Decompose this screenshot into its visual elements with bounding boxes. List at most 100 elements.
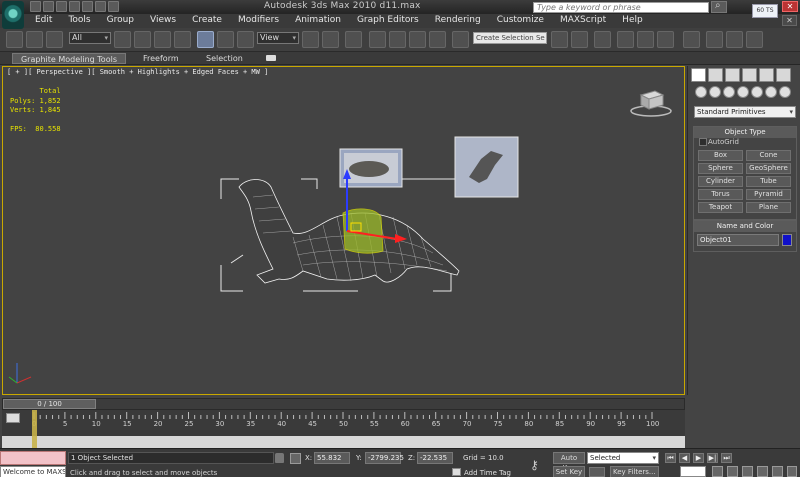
cylinder-button[interactable]: Cylinder — [698, 176, 743, 187]
menu-help[interactable]: Help — [622, 15, 643, 25]
tab-freeform[interactable]: Freeform — [143, 53, 179, 64]
hold-icon[interactable] — [95, 1, 106, 12]
menu-rendering[interactable]: Rendering — [435, 15, 481, 25]
previous-frame-button[interactable]: ◀ — [679, 453, 690, 463]
maxscript-listener-input[interactable] — [0, 451, 66, 465]
keyboard-shortcut-override-icon[interactable] — [345, 31, 362, 48]
spinner-snap-icon[interactable] — [429, 31, 446, 48]
tab-selection[interactable]: Selection — [206, 53, 243, 64]
systems-icon[interactable] — [779, 86, 791, 98]
hierarchy-panel-icon[interactable] — [725, 68, 740, 82]
plane-button[interactable]: Plane — [746, 202, 791, 213]
unlink-icon[interactable] — [26, 31, 43, 48]
qat-dropdown-icon[interactable] — [108, 1, 119, 12]
create-panel-icon[interactable] — [691, 68, 706, 82]
menu-tools[interactable]: Tools — [68, 15, 90, 25]
select-and-rotate-icon[interactable] — [217, 31, 234, 48]
new-file-icon[interactable] — [30, 1, 41, 12]
y-coordinate-field[interactable]: -2799.235 — [365, 452, 404, 464]
orbit-icon[interactable] — [772, 466, 783, 477]
teapot-button[interactable]: Teapot — [698, 202, 743, 213]
set-key-button[interactable]: Set Key — [553, 466, 585, 477]
align-icon[interactable] — [571, 31, 588, 48]
render-production-icon[interactable] — [746, 31, 763, 48]
image-plane-right[interactable] — [454, 136, 519, 198]
viewport-label[interactable]: [ + ][ Perspective ][ Smooth + Highlight… — [7, 68, 268, 76]
scene-canvas[interactable] — [3, 67, 686, 396]
save-file-icon[interactable] — [56, 1, 67, 12]
motion-panel-icon[interactable] — [742, 68, 757, 82]
auto-key-button[interactable]: Auto Key — [553, 452, 585, 472]
select-by-name-icon[interactable] — [134, 31, 151, 48]
tube-button[interactable]: Tube — [746, 176, 791, 187]
key-mode-icon[interactable]: ⚷ — [530, 458, 539, 472]
lights-icon[interactable] — [723, 86, 735, 98]
shapes-icon[interactable] — [709, 86, 721, 98]
geosphere-button[interactable]: GeoSphere — [746, 163, 791, 174]
torus-button[interactable]: Torus — [698, 189, 743, 200]
key-filters-button[interactable]: Key Filters... — [610, 466, 659, 477]
sphere-button[interactable]: Sphere — [698, 163, 743, 174]
curve-editor-icon[interactable] — [637, 31, 654, 48]
select-and-scale-icon[interactable] — [237, 31, 254, 48]
select-manipulate-icon[interactable] — [322, 31, 339, 48]
open-file-icon[interactable] — [43, 1, 54, 12]
primitive-type-dropdown[interactable]: Standard Primitives — [694, 106, 796, 118]
search-icon[interactable] — [711, 0, 727, 13]
object-type-header[interactable]: Object Type — [694, 127, 796, 138]
autogrid-checkbox[interactable] — [699, 138, 707, 146]
layer-manager-icon[interactable] — [594, 31, 611, 48]
selection-lock-icon[interactable] — [275, 453, 284, 463]
tab-graphite-modeling-tools[interactable]: Graphite Modeling Tools — [12, 53, 126, 64]
zoom-icon[interactable] — [712, 466, 723, 477]
cone-button[interactable]: Cone — [746, 150, 791, 161]
graphite-toggle-icon[interactable] — [617, 31, 634, 48]
window-close-button[interactable]: ✕ — [782, 1, 798, 12]
current-frame-field[interactable] — [680, 466, 706, 477]
window-crossing-icon[interactable] — [174, 31, 191, 48]
ribbon-minimize-icon[interactable] — [266, 55, 276, 61]
current-frame-cursor[interactable] — [32, 410, 37, 448]
field-of-view-icon[interactable] — [757, 466, 768, 477]
name-and-color-header[interactable]: Name and Color — [694, 221, 796, 232]
document-close-button[interactable]: ✕ — [782, 15, 797, 26]
add-time-tag-button[interactable]: Add Time Tag — [464, 469, 511, 477]
schematic-view-icon[interactable] — [657, 31, 674, 48]
maxscript-output[interactable]: Welcome to MAXS — [0, 466, 66, 477]
mirror-icon[interactable] — [551, 31, 568, 48]
edit-named-selection-icon[interactable] — [452, 31, 469, 48]
go-to-start-button[interactable]: ⏮ — [665, 453, 676, 463]
menu-modifiers[interactable]: Modifiers — [238, 15, 279, 25]
menu-group[interactable]: Group — [107, 15, 134, 25]
material-editor-icon[interactable] — [683, 31, 700, 48]
redo-icon[interactable] — [82, 1, 93, 12]
play-button[interactable]: ▶ — [693, 453, 704, 463]
menu-graph-editors[interactable]: Graph Editors — [357, 15, 419, 25]
utilities-panel-icon[interactable] — [776, 68, 791, 82]
percent-snap-icon[interactable] — [409, 31, 426, 48]
image-plane-left[interactable] — [339, 148, 403, 188]
angle-snap-icon[interactable] — [389, 31, 406, 48]
named-selection-set-field[interactable]: Create Selection Se — [473, 32, 547, 44]
box-button[interactable]: Box — [698, 150, 743, 161]
cameras-icon[interactable] — [737, 86, 749, 98]
zoom-extents-icon[interactable] — [742, 466, 753, 477]
track-bar[interactable]: 0510152025303540455055606570758085909510… — [2, 410, 685, 448]
select-object-icon[interactable] — [114, 31, 131, 48]
display-panel-icon[interactable] — [759, 68, 774, 82]
add-time-tag-icon[interactable] — [452, 468, 461, 476]
object-color-swatch[interactable] — [782, 234, 792, 246]
rendered-frame-window-icon[interactable] — [726, 31, 743, 48]
reference-coordinate-dropdown[interactable]: View — [257, 32, 299, 44]
pyramid-button[interactable]: Pyramid — [746, 189, 791, 200]
pivot-center-icon[interactable] — [302, 31, 319, 48]
curve-editor-mini-icon[interactable] — [6, 413, 20, 423]
render-setup-icon[interactable] — [706, 31, 723, 48]
select-and-move-icon[interactable] — [197, 31, 214, 48]
set-keys-icon[interactable] — [589, 467, 605, 477]
perspective-viewport[interactable]: [ + ][ Perspective ][ Smooth + Highlight… — [2, 66, 685, 395]
helpers-icon[interactable] — [751, 86, 763, 98]
x-coordinate-field[interactable]: 55.832 — [314, 452, 350, 464]
maximize-viewport-icon[interactable] — [787, 466, 797, 477]
menu-views[interactable]: Views — [150, 15, 176, 25]
